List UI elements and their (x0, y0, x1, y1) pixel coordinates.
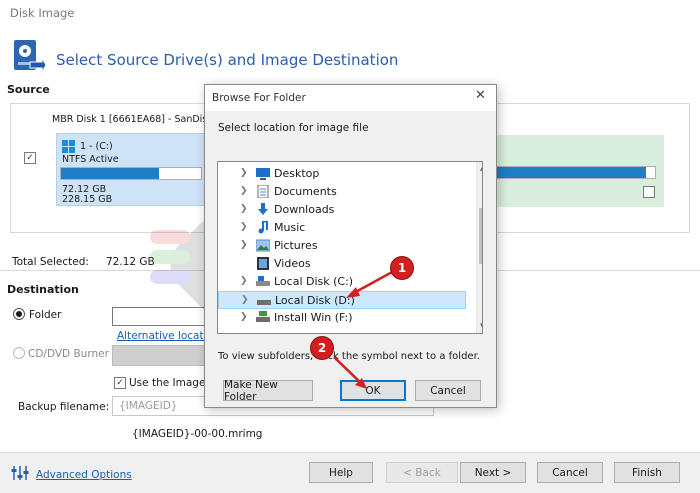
step-1-badge: 1 (390, 256, 414, 280)
step-2-badge: 2 (310, 336, 334, 360)
annotation-arrows (333, 269, 395, 389)
